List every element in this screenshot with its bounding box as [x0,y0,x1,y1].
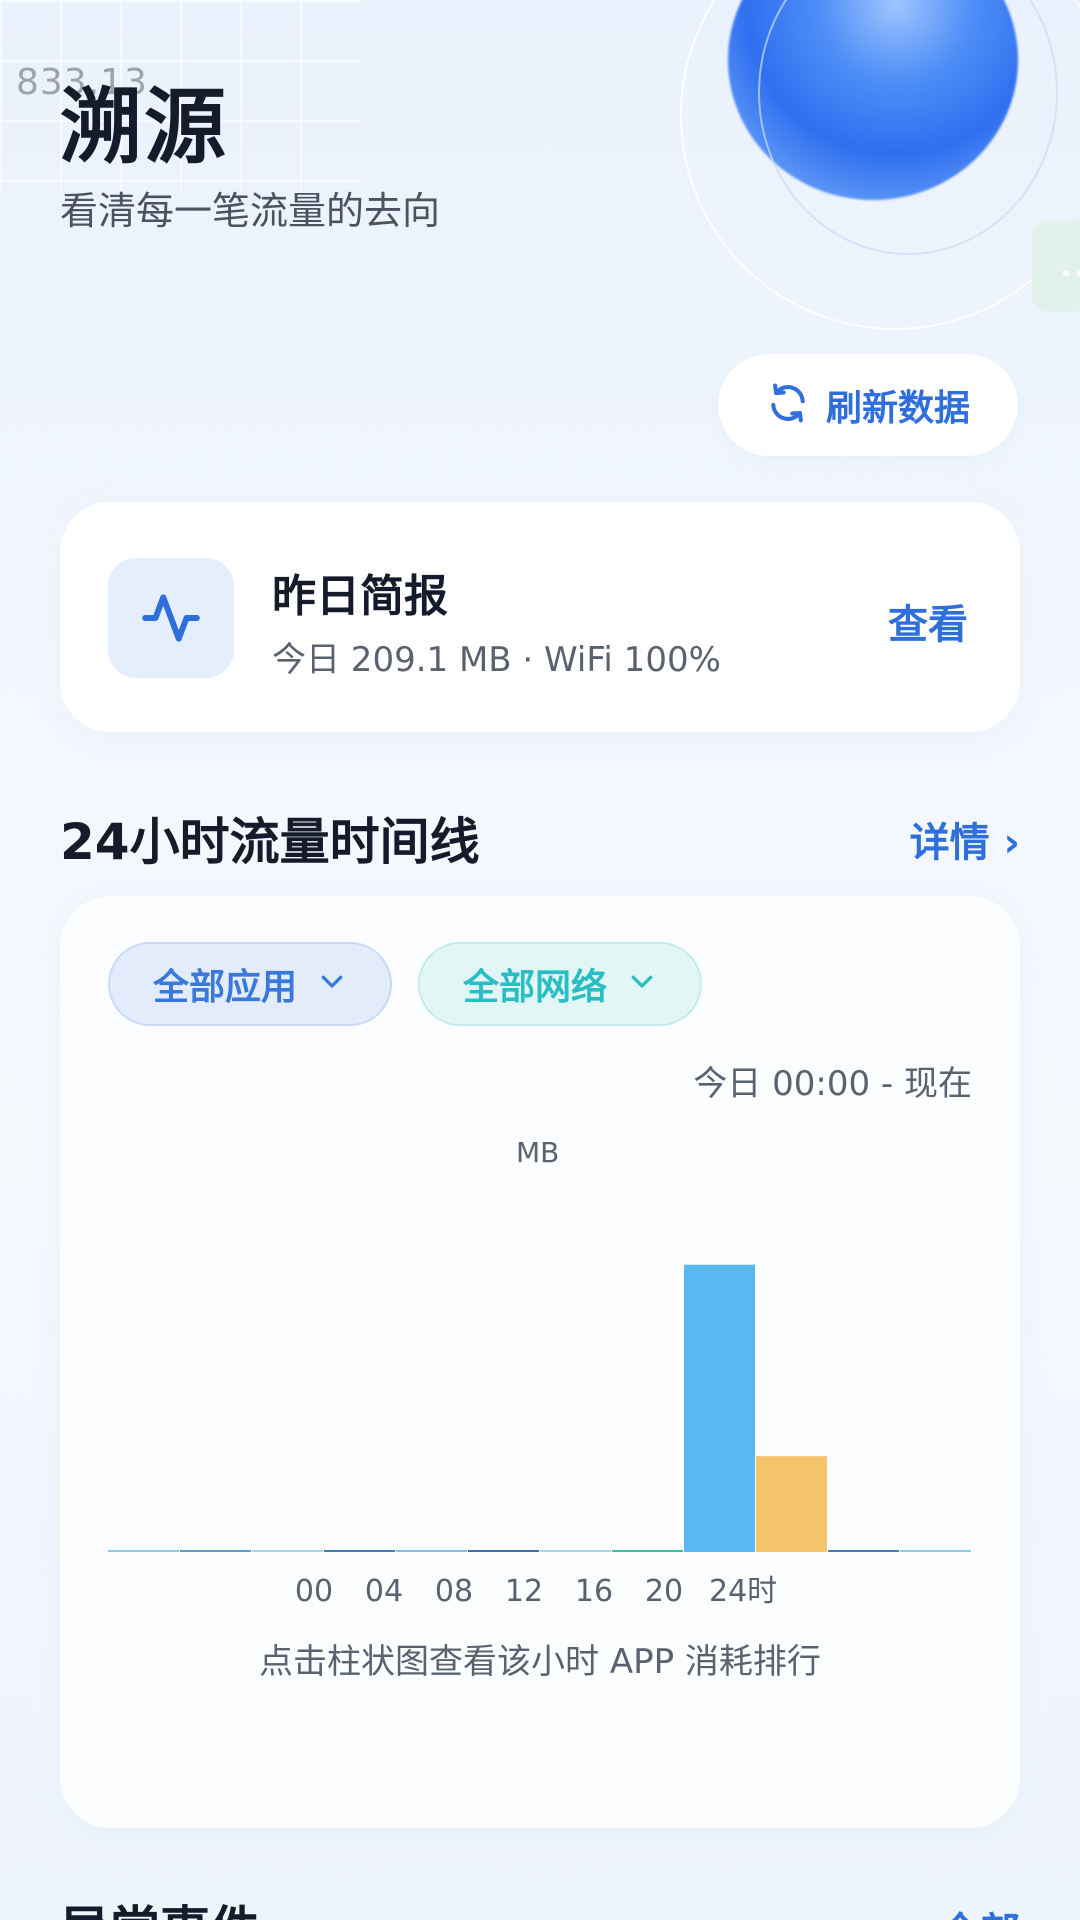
chart-bar-06[interactable] [324,1550,395,1552]
brief-view-link[interactable]: 查看 [888,592,968,650]
yesterday-brief-card[interactable]: 昨日简报 今日 209.1 MB · WiFi 100% 查看 [60,502,1020,732]
traffic-bar-chart[interactable]: 00 04 08 12 16 20 24时 [60,896,1020,1656]
timeline-details-link[interactable]: 详情 › [910,810,1020,868]
x-tick-label: 20 [645,1574,683,1609]
chart-bar-18[interactable] [756,1456,827,1552]
side-floating-tab[interactable]: •• [1032,220,1080,312]
chart-bar-14[interactable] [612,1550,683,1552]
refresh-label: 刷新数据 [825,388,970,429]
chart-bar-04[interactable] [252,1550,323,1552]
brief-summary: 今日 209.1 MB · WiFi 100% [272,640,721,680]
chart-bar-08[interactable] [396,1550,467,1552]
pulse-icon [108,558,234,678]
events-section-title: 异常事件 [60,1890,260,1920]
x-tick-label: 12 [505,1574,543,1609]
brief-title: 昨日简报 [272,571,448,622]
chart-bar-02[interactable] [180,1550,251,1552]
chart-bar-12[interactable] [540,1550,611,1552]
timeline-chart-card: 全部应用 全部网络 今日 00:00 - 现在 MB 00 04 08 12 16 20 2… [60,896,1020,1828]
chart-bar-10[interactable] [468,1550,539,1552]
x-tick-label: 24时 [709,1574,777,1609]
x-tick-label: 08 [435,1574,473,1609]
x-tick-label: 16 [575,1574,613,1609]
chart-bar-22[interactable] [900,1550,971,1552]
chart-bar-16[interactable] [684,1264,755,1552]
x-tick-label: 04 [365,1574,403,1609]
chart-bar-20[interactable] [828,1550,899,1552]
events-all-link[interactable]: 全部 [940,1900,1020,1920]
x-tick-label: 00 [295,1574,333,1609]
refresh-icon [766,381,810,429]
refresh-data-button[interactable]: 刷新数据 [718,354,1018,456]
chart-hint: 点击柱状图查看该小时 APP 消耗排行 [259,1642,821,1682]
page-title: 溯源 [60,80,229,175]
page-subtitle: 看清每一笔流量的去向 [60,189,441,233]
more-dots-icon: •• [1060,262,1080,286]
chart-bar-00[interactable] [108,1550,179,1552]
timeline-section-title: 24小时流量时间线 [60,813,480,871]
